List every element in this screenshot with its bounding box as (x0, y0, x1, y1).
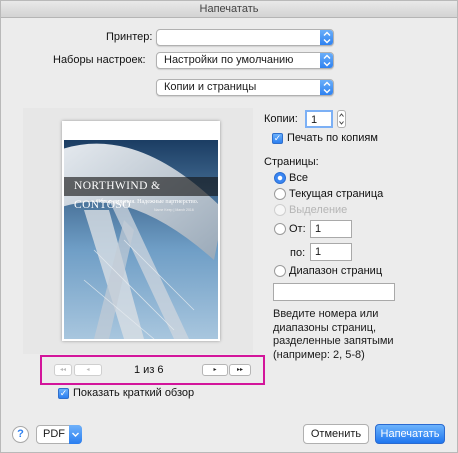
popup-arrows-icon (320, 53, 333, 68)
show-preview-label: Показать краткий обзор (73, 387, 195, 399)
next-page-button[interactable]: ▸ (202, 364, 228, 376)
pages-to-field[interactable]: 1 (310, 243, 352, 261)
pages-all-label: Все (289, 172, 308, 184)
section-value: Копии и страницы (164, 81, 257, 93)
copies-field[interactable]: 1 (305, 110, 333, 128)
presets-select[interactable]: Настройки по умолчанию (156, 52, 334, 69)
pages-current-radio[interactable] (274, 188, 286, 200)
cancel-button[interactable]: Отменить (303, 424, 369, 444)
pages-range-hint: Введите номера или диапазоны страниц, ра… (273, 308, 394, 361)
popup-arrows-icon (320, 80, 333, 95)
collate-label: Печать по копиям (287, 132, 378, 144)
last-page-button[interactable]: ▸▸ (229, 364, 251, 376)
printer-label: Принтер: (106, 31, 153, 43)
print-button[interactable]: Напечатать (375, 424, 445, 444)
cover-banner: NORTHWIND & CONTOSO (64, 177, 218, 211)
cover-byline: Name Keep | March 2016 (154, 208, 194, 212)
section-select[interactable]: Копии и страницы (156, 79, 334, 96)
cover-subtitle: Обзор видения. Надежные партнерство. (96, 199, 199, 205)
first-page-button[interactable]: ◂◂ (54, 364, 72, 376)
page-indicator: 1 из 6 (134, 364, 164, 376)
pdf-menu-button[interactable]: PDF (36, 425, 82, 444)
pages-to-label: по: (290, 247, 306, 259)
stepper-arrows-icon (339, 113, 344, 125)
presets-label: Наборы настроек: (53, 54, 146, 66)
show-preview-checkbox[interactable]: ✓ (58, 388, 69, 399)
cover-title: NORTHWIND & CONTOSO (74, 180, 161, 211)
pages-range-field[interactable] (273, 283, 395, 301)
pages-selection-radio[interactable] (274, 204, 286, 216)
print-dialog: Напечатать Принтер: Наборы настроек: Нас… (0, 0, 458, 453)
copies-stepper[interactable] (337, 110, 346, 128)
collate-checkbox[interactable]: ✓ (272, 133, 283, 144)
pages-label: Страницы: (264, 156, 319, 168)
copies-label: Копии: (264, 113, 298, 125)
pages-range-label: Диапазон страниц (289, 265, 383, 277)
printer-select[interactable] (156, 29, 334, 46)
pages-from-label: От: (289, 223, 306, 235)
pages-from-field[interactable]: 1 (310, 220, 352, 238)
pages-current-label: Текущая страница (289, 188, 384, 200)
pdf-label: PDF (43, 428, 65, 440)
pages-selection-label: Выделение (289, 204, 348, 216)
presets-value: Настройки по умолчанию (164, 54, 294, 66)
pages-range-radio[interactable] (274, 265, 286, 277)
window-title: Напечатать (1, 1, 457, 18)
popup-arrows-icon (320, 30, 333, 45)
help-button[interactable]: ? (12, 426, 29, 443)
preview-cover-image: NORTHWIND & CONTOSO Обзор видения. Надеж… (64, 140, 218, 339)
satellite-dish-photo (64, 140, 218, 339)
pages-all-radio[interactable] (274, 172, 286, 184)
pages-from-radio[interactable] (274, 223, 286, 235)
prev-page-button[interactable]: ◂ (74, 364, 102, 376)
chevron-down-icon (69, 425, 82, 444)
